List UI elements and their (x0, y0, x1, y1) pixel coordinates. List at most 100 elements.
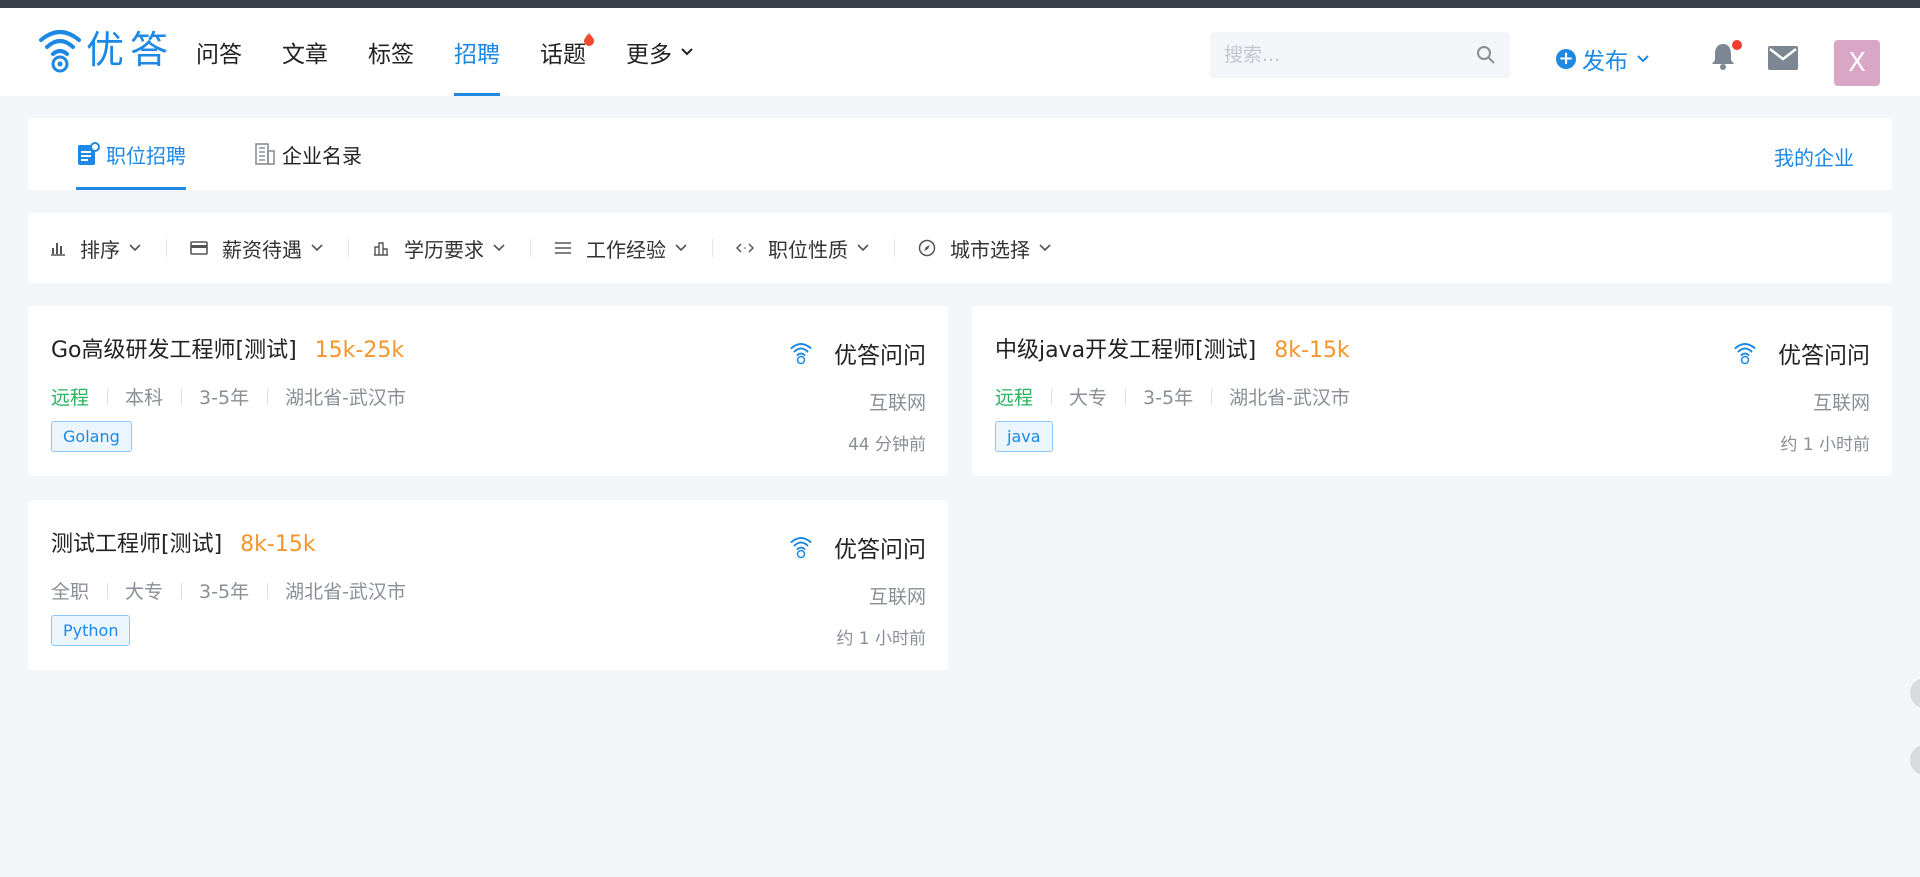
publish-button[interactable]: + 发布 (1556, 42, 1650, 76)
company-name-row[interactable]: 优答问问 (790, 336, 926, 370)
job-education: 大专 (1051, 383, 1125, 410)
job-post-icon (78, 142, 100, 165)
main-nav: 问答 文章 标签 招聘 话题 更多 (176, 8, 714, 96)
search-icon[interactable] (1476, 45, 1496, 65)
nav-label: 招聘 (454, 42, 500, 68)
job-type: 远程 (995, 387, 1034, 409)
job-meta: 远程 大专 3-5年 湖北省-武汉市 (995, 383, 1368, 410)
floating-scroll-button[interactable] (1910, 678, 1920, 708)
company-logo-icon (1734, 343, 1756, 365)
chevron-down-icon (857, 244, 869, 252)
notifications-button[interactable] (1710, 40, 1742, 74)
company-industry: 互联网 (1812, 392, 1870, 414)
compass-icon (918, 239, 936, 257)
nav-item-articles[interactable]: 文章 (262, 8, 348, 96)
chevron-down-icon (1637, 55, 1649, 63)
filter-label: 工作经验 (586, 237, 666, 262)
company-name: 优答问问 (834, 537, 926, 563)
job-education: 大专 (107, 577, 181, 604)
company-name: 优答问问 (1778, 343, 1870, 369)
job-title-row: 中级java开发工程师[测试] 8k-15k (995, 332, 1350, 364)
nav-label: 更多 (626, 42, 672, 68)
filter-sort[interactable]: 排序 (50, 234, 166, 263)
job-card[interactable]: 中级java开发工程师[测试] 8k-15k 远程 大专 3-5年 湖北省-武汉… (972, 306, 1892, 476)
filter-bar: 排序 薪资待遇 学历要求 工作经验 职位性质 城市选择 (28, 213, 1892, 283)
filter-job-type[interactable]: 职位性质 (712, 234, 894, 263)
tabs-card: 职位招聘 企业名录 我的企业 (28, 118, 1892, 190)
job-type: 全职 (51, 581, 90, 603)
filter-education[interactable]: 学历要求 (348, 234, 530, 263)
search-box[interactable] (1210, 32, 1510, 78)
floating-scroll-button[interactable] (1910, 745, 1920, 775)
nav-item-more[interactable]: 更多 (606, 8, 714, 96)
job-location: 湖北省-武汉市 (267, 577, 424, 604)
company-industry: 互联网 (868, 392, 926, 414)
logo-text: 优答 (86, 28, 175, 72)
job-title[interactable]: 测试工程师[测试] (51, 526, 222, 558)
job-tag[interactable]: Python (51, 615, 131, 646)
chevron-down-icon (681, 48, 693, 56)
company-logo-icon (790, 343, 812, 365)
job-experience: 3-5年 (1125, 383, 1211, 410)
job-meta: 远程 本科 3-5年 湖北省-武汉市 (51, 383, 424, 410)
job-tag[interactable]: Golang (51, 421, 132, 452)
tab-job-posts[interactable]: 职位招聘 (76, 118, 186, 190)
filter-label: 职位性质 (768, 237, 848, 262)
tab-label: 职位招聘 (106, 143, 186, 168)
nav-label: 话题 (540, 42, 586, 68)
nav-item-tags[interactable]: 标签 (348, 8, 434, 96)
chevron-down-icon (675, 244, 687, 252)
nav-item-topics[interactable]: 话题 (520, 8, 606, 96)
filter-label: 城市选择 (950, 237, 1030, 262)
post-time: 约 1 小时前 (1780, 435, 1870, 455)
job-type: 远程 (51, 387, 90, 409)
chevron-down-icon (129, 244, 141, 252)
messages-button[interactable] (1768, 46, 1798, 74)
fire-icon (584, 32, 594, 46)
company-industry: 互联网 (868, 586, 926, 608)
nav-label: 文章 (282, 42, 328, 68)
job-meta: 全职 大专 3-5年 湖北省-武汉市 (51, 577, 424, 604)
job-title[interactable]: Go高级研发工程师[测试] (51, 332, 297, 364)
job-experience: 3-5年 (181, 577, 267, 604)
nav-label: 问答 (196, 42, 242, 68)
nav-item-qa[interactable]: 问答 (176, 8, 262, 96)
avatar-letter: X (1848, 48, 1866, 78)
site-logo[interactable]: 优答 (38, 26, 174, 74)
job-card[interactable]: Go高级研发工程师[测试] 15k-25k 远程 本科 3-5年 湖北省-武汉市… (28, 306, 948, 476)
chevron-down-icon (311, 244, 323, 252)
job-salary: 8k-15k (1274, 338, 1350, 363)
job-card[interactable]: 测试工程师[测试] 8k-15k 全职 大专 3-5年 湖北省-武汉市 Pyth… (28, 500, 948, 670)
publish-label: 发布 (1582, 49, 1628, 75)
mail-icon (1768, 46, 1798, 70)
job-title[interactable]: 中级java开发工程师[测试] (995, 332, 1256, 364)
filter-city[interactable]: 城市选择 (894, 234, 1076, 263)
filter-label: 薪资待遇 (222, 237, 302, 262)
job-education: 本科 (107, 383, 181, 410)
filter-experience[interactable]: 工作经验 (530, 234, 712, 263)
list-lines-icon (555, 242, 571, 254)
education-icon (374, 242, 388, 256)
site-header: 优答 问答 文章 标签 招聘 话题 更多 + 发布 (0, 8, 1920, 96)
user-avatar[interactable]: X (1834, 40, 1880, 86)
chevron-down-icon (493, 244, 505, 252)
job-title-row: 测试工程师[测试] 8k-15k (51, 526, 316, 558)
my-company-link[interactable]: 我的企业 (1774, 142, 1854, 171)
code-arrows-icon (736, 243, 754, 253)
nav-label: 标签 (368, 42, 414, 68)
company-logo-icon (790, 537, 812, 559)
building-icon (255, 143, 275, 165)
tab-company-directory[interactable]: 企业名录 (254, 118, 362, 190)
job-salary: 8k-15k (240, 532, 316, 557)
filter-salary[interactable]: 薪资待遇 (166, 234, 348, 263)
job-salary: 15k-25k (314, 338, 405, 363)
company-name-row[interactable]: 优答问问 (790, 530, 926, 564)
window-top-bar (0, 0, 1920, 8)
company-name-row[interactable]: 优答问问 (1734, 336, 1870, 370)
plus-circle-icon: + (1556, 49, 1576, 69)
job-tag[interactable]: java (995, 421, 1053, 452)
nav-item-jobs[interactable]: 招聘 (434, 8, 520, 96)
tab-label: 企业名录 (282, 143, 362, 168)
chevron-down-icon (1039, 244, 1051, 252)
search-input[interactable] (1224, 44, 1476, 66)
